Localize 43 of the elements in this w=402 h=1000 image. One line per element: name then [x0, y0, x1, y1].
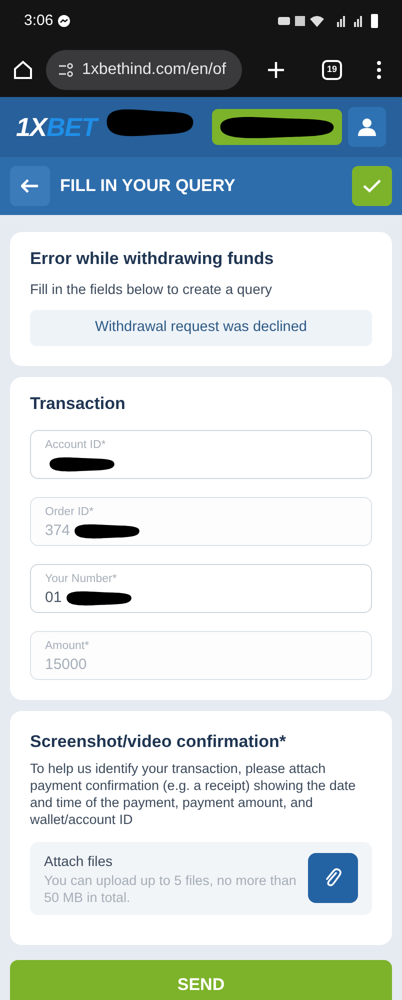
- field-label: Your Number*: [45, 572, 118, 587]
- decline-reason: Withdrawal request was declined: [30, 310, 372, 346]
- site-settings-icon[interactable]: [58, 62, 74, 76]
- attach-hint: You can upload up to 5 files, no more than 50 MB in total.: [44, 872, 298, 906]
- signal-icon: [337, 16, 345, 26]
- menu-icon[interactable]: [376, 60, 382, 80]
- user-icon: [357, 117, 377, 137]
- input-field[interactable]: Account ID*: [30, 430, 372, 479]
- confirm-button[interactable]: [352, 166, 392, 206]
- clock-time: 3:06: [24, 10, 54, 31]
- card-title: Transaction: [30, 392, 126, 414]
- field-label: Amount*: [45, 639, 90, 654]
- battery-icon: [371, 14, 378, 28]
- field-value: 01: [45, 588, 62, 608]
- input-field[interactable]: Your Number* 01: [30, 564, 372, 613]
- attach-title: Attach files: [44, 852, 114, 870]
- signal-icon: [354, 16, 362, 26]
- brand-logo: 1XBET: [16, 110, 97, 144]
- address-bar[interactable]: 1xbethind.com/en/of: [46, 50, 242, 90]
- checkmark-icon: [363, 179, 381, 193]
- back-arrow-icon: [21, 179, 39, 193]
- field-label: Account ID*: [45, 438, 107, 453]
- send-button[interactable]: SEND: [10, 960, 392, 1000]
- field-value: 374: [45, 521, 70, 541]
- field-label: Order ID*: [45, 505, 95, 520]
- card-subtitle: Fill in the fields below to create a query: [30, 280, 274, 299]
- new-tab-icon[interactable]: [266, 60, 286, 80]
- instructions-text: To help us identify your transaction, please attach payment confirmation (e.g. a receipt) showing the date and time of the payment, payment amount, and wallet/account ID: [30, 760, 357, 828]
- url-text: 1xbethind.com/en/of: [82, 60, 226, 80]
- back-button[interactable]: [10, 166, 50, 206]
- attach-button[interactable]: [308, 853, 358, 903]
- input-field[interactable]: Order ID* 374: [30, 497, 372, 546]
- card-title: Error while withdrawing funds: [30, 248, 275, 270]
- input-field[interactable]: Amount* 15000: [30, 631, 372, 680]
- home-icon[interactable]: [12, 58, 34, 80]
- tab-switcher-button[interactable]: 19: [322, 60, 342, 80]
- card-title: Screenshot/video confirmation*: [30, 731, 287, 753]
- paperclip-icon: [323, 867, 343, 889]
- user-button[interactable]: [348, 107, 386, 147]
- wifi-icon: [310, 14, 324, 28]
- page-title: FILL IN YOUR QUERY: [60, 175, 236, 198]
- messenger-icon: [57, 14, 72, 28]
- field-value: 15000: [45, 655, 87, 675]
